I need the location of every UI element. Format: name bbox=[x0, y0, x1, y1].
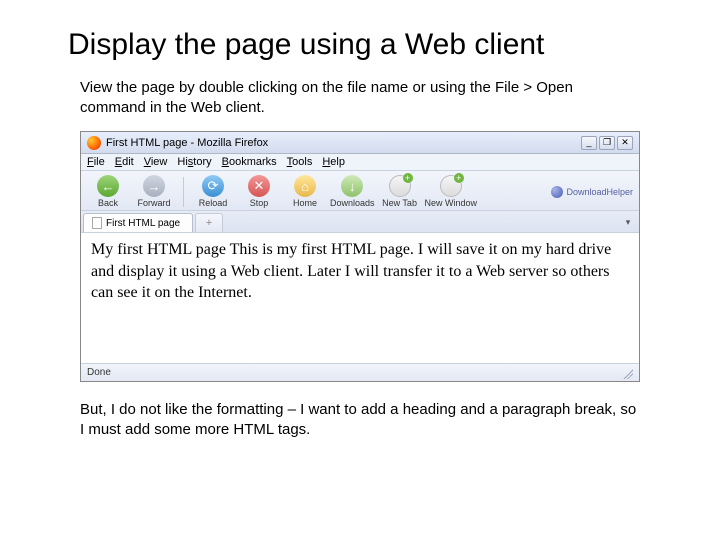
minimize-button[interactable]: _ bbox=[581, 136, 597, 150]
browser-screenshot: First HTML page - Mozilla Firefox _ ❐ ✕ … bbox=[80, 131, 640, 382]
status-bar: Done bbox=[81, 363, 639, 381]
menu-bookmarks[interactable]: Bookmarks bbox=[222, 156, 277, 168]
download-helper-icon bbox=[551, 186, 563, 198]
menu-file[interactable]: File bbox=[87, 156, 105, 168]
toolbar: ← Back → Forward ⟳ Reload ✕ Stop ⌂ Home … bbox=[81, 171, 639, 211]
downloads-label: Downloads bbox=[330, 198, 375, 208]
tab-list-button[interactable]: ▾ bbox=[619, 213, 637, 232]
window-titlebar: First HTML page - Mozilla Firefox _ ❐ ✕ bbox=[81, 132, 639, 154]
downloads-button[interactable]: ↓ Downloads bbox=[330, 175, 375, 208]
page-content: My first HTML page This is my first HTML… bbox=[81, 233, 639, 363]
back-icon: ← bbox=[97, 175, 119, 197]
open-new-tab-button[interactable]: + bbox=[195, 213, 223, 232]
new-window-icon: + bbox=[440, 175, 462, 197]
downloads-icon: ↓ bbox=[341, 175, 363, 197]
close-button[interactable]: ✕ bbox=[617, 136, 633, 150]
new-tab-icon: + bbox=[389, 175, 411, 197]
tab-label: First HTML page bbox=[106, 218, 180, 229]
home-button[interactable]: ⌂ Home bbox=[284, 175, 326, 208]
tab-active[interactable]: First HTML page bbox=[83, 213, 193, 232]
stop-label: Stop bbox=[250, 198, 269, 208]
resize-grip-icon bbox=[621, 367, 633, 379]
stop-button[interactable]: ✕ Stop bbox=[238, 175, 280, 208]
outro-paragraph: But, I do not like the formatting – I wa… bbox=[0, 396, 720, 453]
new-tab-button[interactable]: + New Tab bbox=[379, 175, 421, 208]
menu-help[interactable]: Help bbox=[322, 156, 345, 168]
reload-button[interactable]: ⟳ Reload bbox=[192, 175, 234, 208]
tab-strip: First HTML page + ▾ bbox=[81, 211, 639, 233]
firefox-icon bbox=[87, 136, 101, 150]
forward-button[interactable]: → Forward bbox=[133, 175, 175, 208]
window-controls: _ ❐ ✕ bbox=[581, 136, 633, 150]
slide-title: Display the page using a Web client bbox=[0, 0, 720, 74]
menu-history[interactable]: History bbox=[177, 156, 211, 168]
download-helper[interactable]: DownloadHelper bbox=[551, 186, 633, 198]
stop-icon: ✕ bbox=[248, 175, 270, 197]
new-window-button[interactable]: + New Window bbox=[425, 175, 478, 208]
menu-tools[interactable]: Tools bbox=[287, 156, 313, 168]
download-helper-label: DownloadHelper bbox=[566, 187, 633, 197]
forward-icon: → bbox=[143, 175, 165, 197]
menu-bar: File Edit View History Bookmarks Tools H… bbox=[81, 154, 639, 171]
page-icon bbox=[92, 217, 102, 229]
new-tab-label: New Tab bbox=[382, 198, 417, 208]
window-title: First HTML page - Mozilla Firefox bbox=[106, 137, 268, 149]
back-button[interactable]: ← Back bbox=[87, 175, 129, 208]
reload-label: Reload bbox=[199, 198, 228, 208]
maximize-button[interactable]: ❐ bbox=[599, 136, 615, 150]
reload-icon: ⟳ bbox=[202, 175, 224, 197]
forward-label: Forward bbox=[137, 198, 170, 208]
home-icon: ⌂ bbox=[294, 175, 316, 197]
menu-view[interactable]: View bbox=[144, 156, 168, 168]
menu-edit[interactable]: Edit bbox=[115, 156, 134, 168]
back-label: Back bbox=[98, 198, 118, 208]
intro-paragraph: View the page by double clicking on the … bbox=[0, 74, 720, 131]
status-text: Done bbox=[87, 367, 111, 378]
home-label: Home bbox=[293, 198, 317, 208]
new-window-label: New Window bbox=[425, 198, 478, 208]
toolbar-separator bbox=[183, 177, 184, 207]
